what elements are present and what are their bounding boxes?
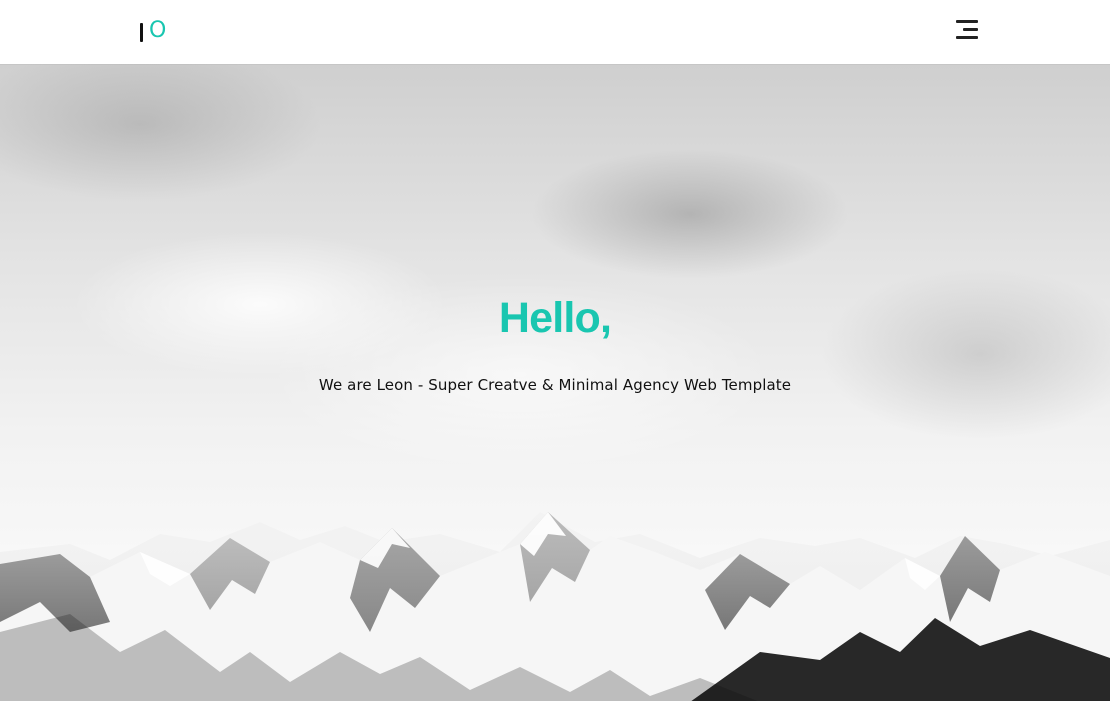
menu-line-top — [956, 20, 978, 23]
logo-bar — [140, 22, 143, 42]
hero-subtitle: We are Leon - Super Creatve & Minimal Ag… — [318, 376, 792, 394]
site-logo[interactable]: O — [140, 18, 166, 46]
menu-button[interactable] — [954, 18, 978, 42]
menu-line-bottom — [956, 36, 978, 39]
hero-title: Hello, — [498, 294, 612, 342]
menu-line-middle — [963, 28, 978, 31]
logo-o: O — [149, 18, 167, 43]
mountains-icon — [0, 512, 1110, 701]
site-header: O — [0, 0, 1110, 64]
hero-section: Hello, We are Leon - Super Creatve & Min… — [0, 64, 1110, 701]
hero-content: Hello, We are Leon - Super Creatve & Min… — [0, 296, 1110, 394]
